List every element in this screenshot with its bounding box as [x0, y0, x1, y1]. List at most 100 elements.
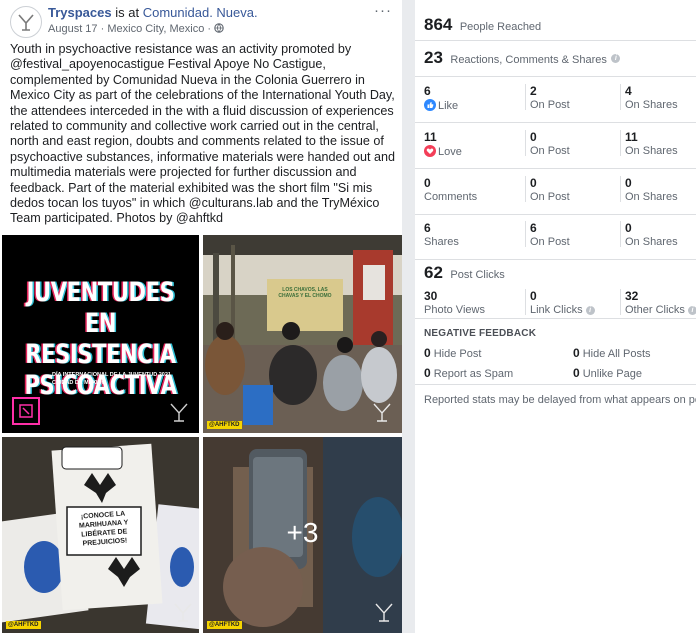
hide-post-count: 0 — [424, 346, 431, 360]
tryspaces-watermark-icon — [373, 403, 391, 422]
meta-separator-2: · — [207, 23, 212, 35]
post-author-line: Tryspaces is at Comunidad. Nueva. — [48, 5, 258, 20]
comments-label: Comments — [424, 191, 478, 203]
photo-screening-audience[interactable]: LOS CHAVOS, LAS CHAVAS Y EL CHOMO @AHFTK… — [203, 235, 402, 433]
shares-on-shares-cell: 0 On Shares — [620, 221, 678, 248]
post-clicks-label: Post Clicks — [450, 269, 505, 281]
comments-on-post-label: On Post — [530, 191, 570, 203]
like-row: 6 Like 2 On Post 4 On Shares — [415, 78, 696, 123]
hide-all-posts-label: Hide All Posts — [582, 348, 651, 360]
like-icon — [424, 99, 436, 111]
post-header: Tryspaces is at Comunidad. Nueva. August… — [8, 2, 398, 40]
hide-post-stat: 0 Hide Post — [424, 346, 481, 360]
hide-all-posts-count: 0 — [573, 346, 580, 360]
love-on-shares-cell: 11 On Shares — [620, 130, 678, 157]
more-options-button[interactable]: ··· — [374, 2, 392, 19]
comments-on-post-cell: 0 On Post — [525, 176, 570, 203]
people-reached-value: 864 — [424, 15, 453, 34]
photo-phone-more[interactable]: +3 @AHFTKD — [203, 437, 402, 633]
love-on-shares-count: 11 — [625, 130, 638, 144]
shares-on-post-count: 6 — [530, 221, 537, 235]
comments-on-post-count: 0 — [530, 176, 537, 190]
photo-credit-tag: @AHFTKD — [6, 621, 41, 629]
like-on-shares-count: 4 — [625, 84, 632, 98]
love-total-cell: 11 Love — [424, 130, 462, 158]
love-label: Love — [438, 146, 462, 158]
post-location[interactable]: Mexico City, Mexico — [107, 23, 204, 35]
engagement-value: 23 — [424, 48, 443, 67]
festival-logo-icon — [12, 397, 40, 425]
comments-row: 0 Comments 0 On Post 0 On Shares — [415, 170, 696, 215]
other-clicks-label: Other Clicks — [625, 304, 685, 316]
like-total-cell: 6 Like — [424, 84, 458, 112]
poster-title-line1: JUVENTUDES EN — [26, 277, 175, 339]
info-icon[interactable]: i — [585, 305, 595, 315]
shares-label: Shares — [424, 236, 459, 248]
post-header-text: Tryspaces is at Comunidad. Nueva. August… — [48, 5, 258, 35]
like-on-post-cell: 2 On Post — [525, 84, 570, 111]
divider — [415, 384, 696, 385]
shares-on-post-label: On Post — [530, 236, 570, 248]
screen: Tryspaces is at Comunidad. Nueva. August… — [0, 0, 696, 633]
unlike-page-count: 0 — [573, 366, 580, 380]
engagement-row: 23 Reactions, Comments & Shares i — [415, 42, 696, 77]
poster-subtitle-line1: DÍA INTERNACIONAL DE LA JUVENTUD 2021 — [52, 372, 171, 378]
page-name-link[interactable]: Tryspaces — [48, 5, 112, 20]
unlike-page-label: Unlike Page — [582, 368, 643, 380]
love-on-post-label: On Post — [530, 145, 570, 157]
shares-on-shares-label: On Shares — [625, 236, 678, 248]
photo-views-count: 30 — [424, 289, 438, 303]
post-insights-panel: 864 People Reached 23 Reactions, Comment… — [415, 0, 696, 633]
is-at-text: is at — [115, 5, 140, 20]
photo-juventudes-poster[interactable]: JUVENTUDES EN RESISTENCIA PSICOACTIVA DÍ… — [2, 235, 199, 433]
like-on-post-count: 2 — [530, 84, 537, 98]
comments-total-cell: 0 Comments — [424, 176, 477, 203]
love-on-shares-label: On Shares — [625, 145, 678, 157]
hide-all-posts-stat: 0 Hide All Posts — [573, 346, 651, 360]
link-clicks-label: Link Clicks — [530, 304, 583, 316]
poster-subtitle: DÍA INTERNACIONAL DE LA JUVENTUD 2021 CI… — [52, 371, 171, 387]
like-on-post-label: On Post — [530, 99, 570, 111]
screen-banner-text: LOS CHAVOS, LAS CHAVAS Y EL CHOMO — [278, 287, 332, 299]
like-label: Like — [438, 100, 459, 112]
more-photos-count[interactable]: +3 — [203, 517, 402, 549]
poster-subtitle-line2: CIUDAD DE MÉXICO — [52, 380, 106, 386]
place-link[interactable]: Comunidad. Nueva. — [143, 5, 258, 20]
unlike-page-stat: 0 Unlike Page — [573, 366, 642, 380]
shares-count: 6 — [424, 221, 431, 235]
love-icon — [424, 145, 436, 157]
stats-delay-note: Reported stats may be delayed from what … — [424, 394, 696, 406]
post-clicks-section: 62 Post Clicks 30 Photo Views 0 Link Cli… — [415, 261, 696, 319]
hide-post-label: Hide Post — [433, 348, 482, 360]
tryspaces-watermark-icon — [174, 603, 192, 622]
post-body-text: Youth in psychoactive resistance was an … — [10, 42, 396, 226]
negative-feedback-title: NEGATIVE FEEDBACK — [424, 328, 537, 339]
photo-credit-tag: @AHFTKD — [207, 621, 242, 629]
photo-informative-materials[interactable]: ¡CONOCE LA MARIHUANA Y LIBÉRATE DE PREJU… — [2, 437, 199, 633]
report-spam-stat: 0 Report as Spam — [424, 366, 513, 380]
like-count: 6 — [424, 84, 431, 98]
post-meta: August 17 · Mexico City, Mexico · — [48, 23, 258, 35]
link-clicks-count: 0 — [530, 289, 537, 303]
comments-on-shares-label: On Shares — [625, 191, 678, 203]
info-icon[interactable]: i — [611, 54, 621, 64]
photo-views-label: Photo Views — [424, 304, 485, 316]
page-avatar[interactable] — [10, 6, 42, 38]
love-on-post-cell: 0 On Post — [525, 130, 570, 157]
report-spam-label: Report as Spam — [433, 368, 514, 380]
tryspaces-watermark-icon — [375, 603, 393, 622]
post-card: Tryspaces is at Comunidad. Nueva. August… — [0, 0, 402, 633]
poster-title-line2: RESISTENCIA — [25, 339, 176, 370]
post-date[interactable]: August 17 — [48, 23, 98, 35]
meta-separator: · — [100, 23, 105, 35]
comments-count: 0 — [424, 176, 431, 190]
comments-on-shares-cell: 0 On Shares — [620, 176, 678, 203]
report-spam-count: 0 — [424, 366, 431, 380]
other-clicks-count: 32 — [625, 289, 639, 303]
people-reached-label: People Reached — [459, 21, 542, 33]
love-on-post-count: 0 — [530, 130, 537, 144]
comments-on-shares-count: 0 — [625, 176, 632, 190]
info-icon[interactable]: i — [687, 305, 696, 315]
love-count: 11 — [424, 130, 437, 144]
people-reached-row: 864 People Reached — [415, 5, 696, 41]
